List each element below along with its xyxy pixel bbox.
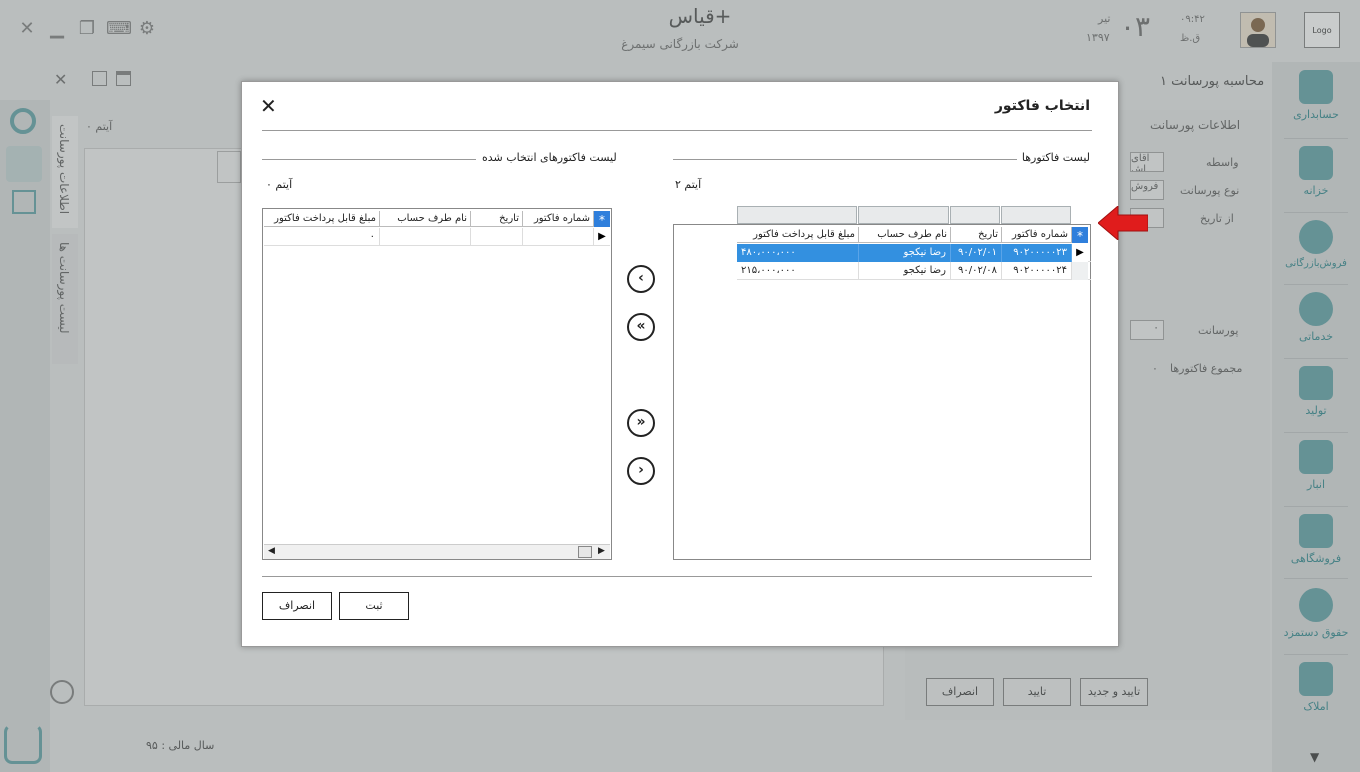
move-one-right-button[interactable]: ›: [627, 457, 655, 485]
close-icon[interactable]: ✕: [260, 94, 277, 118]
selected-count: ۰ آیتم: [266, 178, 293, 191]
pointer-arrow-icon: [1098, 206, 1148, 240]
divider: [262, 130, 1092, 131]
column-header-date[interactable]: تاریخ: [951, 227, 1002, 243]
available-invoices-grid[interactable]: * مبلغ قابل پرداخت فاکتور نام طرف حساب ت…: [673, 224, 1091, 560]
asterisk-icon[interactable]: *: [594, 211, 610, 227]
column-header-account-name[interactable]: نام طرف حساب: [859, 227, 951, 243]
column-header-date[interactable]: تاریخ: [471, 211, 523, 227]
column-header-invoice-no[interactable]: شماره فاکتور: [523, 211, 594, 227]
column-header-amount[interactable]: مبلغ قابل پرداخت فاکتور: [737, 227, 859, 243]
filter-cell-invoice-no[interactable]: [1001, 206, 1071, 224]
filter-cell-date[interactable]: [950, 206, 1000, 224]
row-pointer-icon: ▶: [1072, 244, 1088, 262]
scroll-thumb[interactable]: [578, 546, 592, 558]
cancel-button[interactable]: انصراف: [262, 592, 332, 620]
move-one-left-button[interactable]: ‹: [627, 265, 655, 293]
divider: [262, 576, 1092, 577]
filter-cell-amount[interactable]: [737, 206, 857, 224]
summary-amount: ۰: [264, 228, 380, 246]
divider: [673, 159, 1017, 160]
scroll-left-icon[interactable]: ◀: [268, 546, 275, 556]
column-header-amount[interactable]: مبلغ قابل پرداخت فاکتور: [264, 211, 380, 227]
table-row[interactable]: ۲۱۵،۰۰۰،۰۰۰ رضا نیکجو ۹۰/۰۲/۰۸ ۹۰۲۰۰۰۰۰۲…: [737, 262, 1091, 280]
move-all-left-button[interactable]: «: [627, 313, 655, 341]
divider: [262, 159, 476, 160]
available-list-title: لیست فاکتورها: [1021, 151, 1090, 164]
horizontal-scrollbar[interactable]: ◀ ▶: [264, 544, 610, 559]
row-pointer-icon: ▶: [598, 231, 606, 242]
submit-button[interactable]: ثبت: [339, 592, 409, 620]
move-all-right-button[interactable]: »: [627, 409, 655, 437]
dialog-title: انتخاب فاکتور: [994, 98, 1090, 114]
column-header-invoice-no[interactable]: شماره فاکتور: [1002, 227, 1072, 243]
filter-cell-account-name[interactable]: [858, 206, 949, 224]
selected-invoices-grid[interactable]: * مبلغ قابل پرداخت فاکتور نام طرف حساب ت…: [262, 208, 612, 560]
table-row[interactable]: ۴۸۰،۰۰۰،۰۰۰ رضا نیکجو ۹۰/۰۲/۰۱ ۹۰۲۰۰۰۰۰۲…: [737, 244, 1091, 262]
asterisk-icon[interactable]: *: [1072, 227, 1088, 243]
selected-list-title: لیست فاکتورهای انتخاب شده: [482, 151, 617, 164]
summary-row: ۰ ▶: [264, 228, 610, 246]
available-count: ۲ آیتم: [675, 178, 702, 191]
invoice-select-dialog: انتخاب فاکتور ✕ لیست فاکتورها ۲ آیتم * م…: [241, 81, 1119, 647]
scroll-right-icon[interactable]: ▶: [598, 546, 605, 556]
column-header-account-name[interactable]: نام طرف حساب: [380, 211, 471, 227]
